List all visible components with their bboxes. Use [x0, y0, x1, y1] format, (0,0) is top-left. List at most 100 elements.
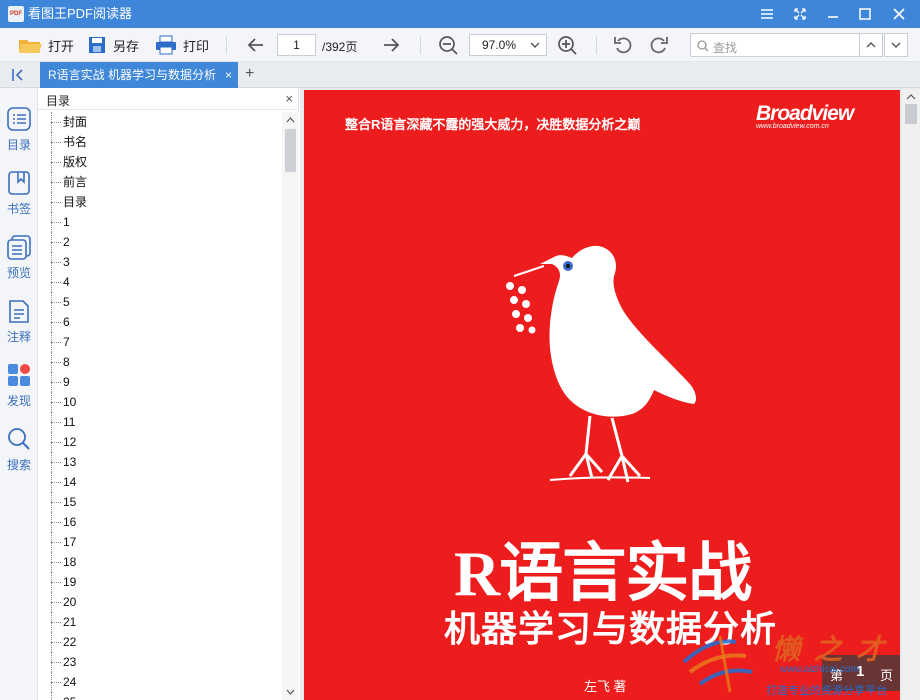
toc-title: 目录: [46, 94, 71, 108]
toc-scrollbar[interactable]: [282, 112, 299, 700]
toolbar-divider: [226, 36, 227, 54]
publisher-url: www.broadview.com.cn: [756, 123, 829, 130]
toc-item[interactable]: 5: [38, 292, 282, 312]
close-tab-icon[interactable]: ×: [225, 62, 232, 88]
save-as-button[interactable]: 另存: [87, 28, 139, 62]
close-icon: [893, 8, 905, 20]
toc-item[interactable]: 8: [38, 352, 282, 372]
preview-icon: [7, 235, 31, 260]
toc-item[interactable]: 25: [38, 692, 282, 700]
app-logo-icon: PDF: [8, 6, 24, 22]
page-number-input[interactable]: 1: [277, 34, 316, 56]
print-button[interactable]: 打印: [155, 28, 209, 62]
collapse-panel-icon[interactable]: [10, 67, 26, 83]
fullscreen-button[interactable]: [783, 0, 817, 28]
toc-item[interactable]: 6: [38, 312, 282, 332]
search-icon: [697, 40, 709, 52]
toc-item[interactable]: 22: [38, 632, 282, 652]
tab-label: R语言实战 机器学习与数据分析: [48, 68, 217, 82]
sidebar-item-preview[interactable]: 预览: [0, 234, 38, 281]
search-input[interactable]: 查找: [690, 33, 860, 57]
zoom-in-button[interactable]: [557, 28, 577, 62]
toc-header: 目录 ×: [38, 88, 299, 110]
scrollbar-thumb[interactable]: [905, 104, 917, 124]
toc-item[interactable]: 书名: [38, 132, 282, 152]
toolbar: 打开 另存 打印 1 /392页 97.0% 查找: [0, 28, 920, 62]
document-viewer[interactable]: 整合R语言深藏不露的强大威力，决胜数据分析之巅 Broadview www.br…: [300, 88, 920, 700]
toc-item[interactable]: 3: [38, 252, 282, 272]
close-icon[interactable]: ×: [285, 91, 293, 106]
watermark-text: 懒之才: [772, 635, 899, 666]
minimize-button[interactable]: [816, 0, 850, 28]
toc-item[interactable]: 12: [38, 432, 282, 452]
toc-item[interactable]: 4: [38, 272, 282, 292]
sidebar-item-search[interactable]: 搜索: [0, 426, 38, 473]
zoom-out-icon: [439, 36, 458, 55]
scroll-up-icon[interactable]: [906, 93, 916, 100]
new-tab-button[interactable]: +: [245, 65, 254, 83]
scroll-up-icon[interactable]: [286, 116, 295, 123]
open-button[interactable]: 打开: [18, 28, 74, 62]
zoom-out-button[interactable]: [438, 28, 458, 62]
zoom-select[interactable]: 97.0%: [469, 34, 547, 56]
toc-item[interactable]: 版权: [38, 152, 282, 172]
toc-item[interactable]: 1: [38, 212, 282, 232]
viewer-scrollbar[interactable]: [902, 90, 920, 700]
toolbar-divider: [596, 36, 597, 54]
title-bar: PDF 看图王PDF阅读器: [0, 0, 920, 28]
toc-item[interactable]: 10: [38, 392, 282, 412]
arrow-left-icon: [247, 38, 263, 52]
toc-item[interactable]: 16: [38, 512, 282, 532]
toolbar-divider: [420, 36, 421, 54]
toc-item[interactable]: 前言: [38, 172, 282, 192]
sidebar-item-bookmarks[interactable]: 书签: [0, 170, 38, 217]
toc-list: 封面 书名 版权 前言 目录 1 2 3 4 5 6 7 8 9 10 11 12 13 14 15 16 17 18 19 2…: [38, 112, 282, 700]
toc-item[interactable]: 19: [38, 572, 282, 592]
prev-page-button[interactable]: [246, 28, 266, 62]
toc-item[interactable]: 目录: [38, 192, 282, 212]
rotate-right-button[interactable]: [649, 28, 669, 62]
sidebar-item-annotations[interactable]: 注释: [0, 298, 38, 345]
next-page-button[interactable]: [381, 28, 401, 62]
toc-item[interactable]: 15: [38, 492, 282, 512]
toc-item[interactable]: 18: [38, 552, 282, 572]
toc-item[interactable]: 14: [38, 472, 282, 492]
toc-icon: [7, 107, 31, 131]
toc-item[interactable]: 7: [38, 332, 282, 352]
bird-illustration: [506, 245, 696, 483]
rotate-right-icon: [650, 37, 668, 54]
folder-icon: [19, 40, 42, 53]
bookmark-icon: [8, 171, 30, 195]
search-prev-button[interactable]: [859, 33, 883, 57]
toc-item[interactable]: 封面: [38, 112, 282, 132]
toc-item[interactable]: 24: [38, 672, 282, 692]
watermark: 懒之才 www.aizhicai.com 打造专业的资源分享平台: [680, 628, 920, 700]
sidebar-item-discover[interactable]: 发现: [0, 362, 38, 409]
rotate-left-button[interactable]: [613, 28, 633, 62]
close-window-button[interactable]: [882, 0, 916, 28]
scrollbar-thumb[interactable]: [285, 129, 296, 172]
window-title: 看图王PDF阅读器: [28, 6, 133, 21]
left-sidebar: 目录 书签 预览 注释 发现 搜索: [0, 88, 38, 700]
toc-item[interactable]: 20: [38, 592, 282, 612]
tab-document[interactable]: R语言实战 机器学习与数据分析 ×: [40, 62, 238, 88]
toc-item[interactable]: 17: [38, 532, 282, 552]
chevron-up-icon: [866, 42, 876, 48]
maximize-icon: [859, 8, 871, 20]
sidebar-item-toc[interactable]: 目录: [0, 106, 38, 153]
toc-item[interactable]: 13: [38, 452, 282, 472]
toc-item[interactable]: 9: [38, 372, 282, 392]
zoom-value: 97.0%: [482, 38, 517, 52]
menu-icon: [761, 9, 773, 19]
toc-item[interactable]: 11: [38, 412, 282, 432]
scroll-down-icon[interactable]: [286, 689, 295, 696]
maximize-button[interactable]: [848, 0, 882, 28]
search-next-button[interactable]: [884, 33, 908, 57]
toc-item[interactable]: 23: [38, 652, 282, 672]
menu-button[interactable]: [750, 0, 784, 28]
rotate-left-icon: [614, 37, 632, 54]
toc-item[interactable]: 21: [38, 612, 282, 632]
watermark-logo-icon: [682, 635, 753, 693]
toc-item[interactable]: 2: [38, 232, 282, 252]
chevron-down-icon: [891, 42, 901, 48]
